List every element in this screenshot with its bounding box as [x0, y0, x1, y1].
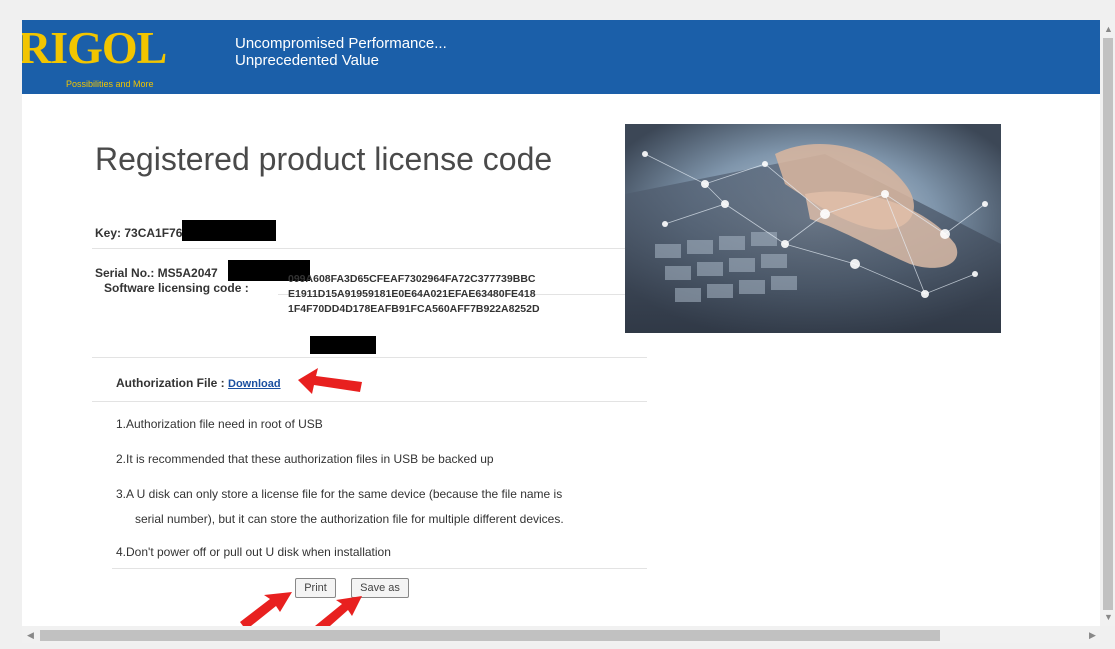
logo-tagline: Possibilities and More [66, 79, 154, 89]
authorization-label: Authorization File : [116, 376, 225, 390]
header-banner: RIGOL Possibilities and More Uncompromis… [22, 20, 1100, 94]
rigol-logo: RIGOL [22, 22, 167, 73]
note-2: 2.It is recommended that these authoriza… [116, 452, 494, 466]
hero-image-keyboard [625, 124, 1001, 333]
code-line-1: 099A608FA3D65CFEAF7302964FA72C377739BBC [288, 273, 536, 285]
slogan: Uncompromised Performance... Unprecedent… [235, 35, 447, 69]
note-3-continued: serial number), but it can store the aut… [135, 512, 564, 526]
scroll-left-icon[interactable]: ◀ [27, 630, 34, 640]
divider [92, 248, 647, 249]
key-label: Key: 73CA1F76 [95, 226, 183, 240]
scroll-up-icon[interactable]: ▲ [1104, 24, 1113, 34]
vertical-scrollbar-thumb[interactable] [1103, 38, 1113, 610]
note-1: 1.Authorization file need in root of USB [116, 417, 323, 431]
authorization-file-label: Authorization File : Download [116, 376, 281, 390]
horizontal-scrollbar-thumb[interactable] [40, 630, 940, 641]
divider [92, 401, 647, 402]
code-line-2: E1911D15A91959181E0E64A021EFAE63480FE418 [288, 288, 536, 300]
scroll-right-icon[interactable]: ▶ [1089, 630, 1096, 640]
red-arrow-download [298, 368, 362, 394]
redaction-key [182, 220, 276, 241]
scroll-down-icon[interactable]: ▼ [1104, 612, 1113, 622]
code-line-3: 1F4F70DD4D178EAFB91FCA560AFF7B922A8252D [288, 303, 540, 315]
note-4: 4.Don't power off or pull out U disk whe… [116, 545, 391, 559]
download-link[interactable]: Download [228, 378, 281, 390]
software-licensing-label: Software licensing code : [104, 281, 249, 295]
software-licensing-code: 099A608FA3D65CFEAF7302964FA72C377739BBC … [288, 272, 540, 317]
divider [112, 568, 647, 569]
page-title: Registered product license code [95, 141, 553, 177]
note-3: 3.A U disk can only store a license file… [116, 487, 563, 501]
serial-label: Serial No.: MS5A2047 [95, 266, 218, 280]
slogan-line-1: Uncompromised Performance... [235, 35, 447, 52]
divider [92, 357, 647, 358]
slogan-line-2: Unprecedented Value [235, 52, 379, 69]
redaction-code [310, 336, 376, 354]
